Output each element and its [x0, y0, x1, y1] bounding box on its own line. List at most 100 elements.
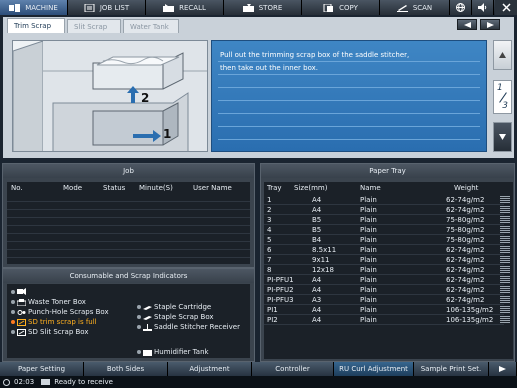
nav-scan-label: SCAN	[412, 3, 433, 12]
tray-weight: 75-80g/m2	[446, 236, 485, 244]
page-up-button[interactable]	[493, 40, 512, 70]
consumable-label: Humidifier Tank	[154, 348, 209, 356]
tray-row[interactable]: 4 B5 Plain 75-80g/m2	[264, 225, 510, 235]
col-no: No.	[11, 184, 23, 192]
col-mode: Mode	[63, 184, 83, 192]
tray-size: A4	[312, 286, 322, 294]
nav-machine[interactable]: MACHINE	[0, 0, 68, 15]
tray-id: PI1	[267, 306, 278, 314]
language-button[interactable]	[450, 0, 472, 15]
tray-row[interactable]: 3 B5 Plain 75-80g/m2	[264, 215, 510, 225]
humidifier-tank-icon	[143, 349, 152, 356]
tray-id: PI-PFU2	[267, 286, 294, 294]
tab-next-button[interactable]	[480, 19, 500, 30]
sample-print-set-button[interactable]: Sample Print Set.	[414, 362, 489, 376]
consumable-label: SD Slit Scrap Box	[28, 328, 89, 336]
consumable-toner	[11, 288, 26, 295]
arrow-right-icon	[486, 21, 494, 28]
tray-row[interactable]: 2 A4 Plain 62-74g/m2	[264, 205, 510, 215]
consumables-panel: Consumable and Scrap Indicators Waste To…	[2, 268, 255, 362]
ru-curl-adjustment-button[interactable]: RU Curl Adjustment	[334, 362, 414, 376]
table-row	[7, 202, 250, 210]
nav-machine-label: MACHINE	[25, 3, 58, 12]
tray-row[interactable]: PI-PFU3 A3 Plain 62-74g/m2	[264, 295, 510, 305]
consumable-staple-scrap-box: Staple Scrap Box	[137, 313, 214, 321]
table-row	[7, 210, 250, 218]
tray-paper-name: Plain	[360, 296, 377, 304]
staple-scrap-icon	[143, 314, 152, 321]
guidance-line	[218, 101, 480, 114]
saddle-stitcher-icon	[143, 323, 152, 331]
table-row	[7, 234, 250, 242]
status-message: Ready to receive	[54, 378, 113, 386]
status-bar: 02:03 Ready to receive	[0, 376, 517, 388]
tray-row[interactable]: PI-PFU2 A4 Plain 62-74g/m2	[264, 285, 510, 295]
tray-row[interactable]: PI2 A4 Plain 106-135g/m2	[264, 315, 510, 325]
tray-id: 7	[267, 256, 272, 264]
paper-level-icon	[500, 276, 510, 284]
speaker-icon	[478, 3, 487, 12]
both-sides-button[interactable]: Both Sides	[84, 362, 168, 376]
tab-water-tank[interactable]: Water Tank	[123, 19, 179, 33]
nav-scan[interactable]: SCAN	[380, 0, 450, 15]
tray-table-header: Tray Size(mm) Name Weight	[264, 182, 513, 194]
col-tray: Tray	[267, 184, 282, 192]
tray-row[interactable]: 6 8.5x11 Plain 62-74g/m2	[264, 245, 510, 255]
tab-trim-scrap[interactable]: Trim Scrap	[7, 18, 65, 33]
paper-level-icon	[500, 196, 510, 204]
tray-weight: 75-80g/m2	[446, 216, 485, 224]
tray-row[interactable]: 8 12x18 Plain 62-74g/m2	[264, 265, 510, 275]
status-dot	[11, 289, 15, 294]
machine-icon	[9, 3, 21, 12]
consumable-label: Saddle Stitcher Receiver	[154, 323, 240, 331]
tray-size: A4	[312, 306, 322, 314]
page-down-button[interactable]	[493, 122, 512, 152]
tray-row[interactable]: 5 B4 Plain 75-80g/m2	[264, 235, 510, 245]
status-dot	[137, 305, 141, 309]
clock-icon	[3, 378, 10, 386]
tray-paper-name: Plain	[360, 236, 377, 244]
tray-weight: 106-135g/m2	[446, 306, 494, 314]
nav-store[interactable]: STORE	[224, 0, 302, 15]
tray-row[interactable]: PI-PFU1 A4 Plain 62-74g/m2	[264, 275, 510, 285]
tray-weight: 62-74g/m2	[446, 196, 485, 204]
nav-recall[interactable]: RECALL	[146, 0, 224, 15]
tray-row[interactable]: 7 9x11 Plain 62-74g/m2	[264, 255, 510, 265]
job-panel-title: Job	[3, 164, 254, 178]
tab-prev-button[interactable]	[457, 19, 477, 30]
tray-size: A3	[312, 296, 322, 304]
nav-job-list[interactable]: JOB LIST	[68, 0, 146, 15]
tray-weight: 106-135g/m2	[446, 316, 494, 324]
function-bar-next-button[interactable]	[489, 362, 517, 376]
col-minutes: Minute(S)	[139, 184, 173, 192]
tray-row[interactable]: 1 A4 Plain 62-74g/m2	[264, 195, 510, 205]
tray-paper-name: Plain	[360, 196, 377, 204]
status-dot	[137, 350, 141, 354]
tray-size: A4	[312, 276, 322, 284]
guidance-line	[218, 75, 480, 88]
close-button[interactable]	[495, 0, 517, 15]
tray-weight: 62-74g/m2	[446, 246, 485, 254]
tray-size: B5	[312, 216, 322, 224]
nav-job-list-label: JOB LIST	[99, 3, 130, 12]
page-total: 3	[502, 101, 508, 111]
guidance-panel: 2 1 Pull out the trimming scrap box of t…	[3, 33, 514, 158]
tray-size: A4	[312, 316, 322, 324]
tab-slit-scrap[interactable]: Slit Scrap	[67, 19, 121, 33]
tray-row[interactable]: PI1 A4 Plain 106-135g/m2	[264, 305, 510, 315]
adjustment-button[interactable]: Adjustment	[168, 362, 252, 376]
volume-button[interactable]	[472, 0, 494, 15]
tray-size: A4	[312, 206, 322, 214]
tray-paper-name: Plain	[360, 286, 377, 294]
consumable-humidifier-tank: Humidifier Tank	[137, 348, 209, 356]
consumable-sd-trim-scrap: SD trim scrap is full	[11, 318, 97, 326]
nav-copy-label: COPY	[339, 3, 358, 12]
controller-button[interactable]: Controller	[252, 362, 334, 376]
status-dot	[11, 330, 15, 334]
job-table[interactable]: No. Mode Status Minute(S) User Name	[7, 182, 250, 264]
paper-setting-button[interactable]: Paper Setting	[0, 362, 84, 376]
nav-copy[interactable]: COPY	[302, 0, 380, 15]
trim-scrap-icon	[17, 318, 26, 326]
consumable-label: SD trim scrap is full	[28, 318, 97, 326]
tray-id: 6	[267, 246, 272, 254]
